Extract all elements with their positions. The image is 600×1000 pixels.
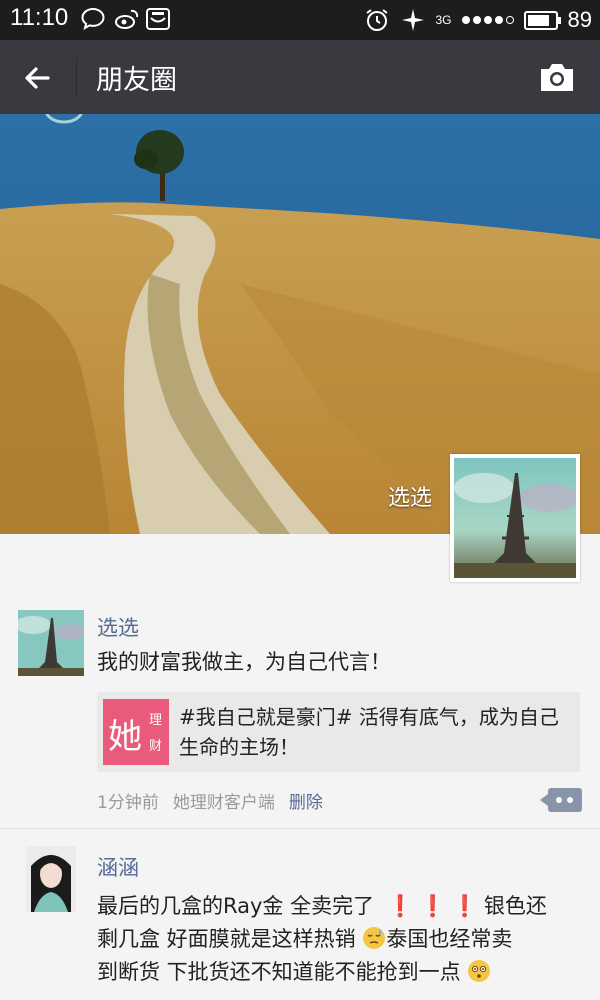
post-author[interactable]: 涵涵 — [97, 852, 139, 882]
battery-icon — [523, 10, 561, 30]
back-arrow-icon[interactable] — [18, 58, 58, 98]
nav-divider — [76, 58, 77, 96]
nav-bar: 朋友圈 — [0, 40, 600, 114]
cover-username: 选选 — [387, 486, 432, 511]
flushed-face-emoji-icon — [468, 960, 491, 982]
post-text-line1-a: 最后的几盒的Ray金 全卖完了 — [97, 894, 375, 918]
delete-link[interactable]: 删除 — [289, 793, 323, 813]
girl-portrait-avatar-image — [26, 846, 76, 912]
post-divider — [0, 828, 600, 829]
chat-bubble-icon — [81, 7, 105, 31]
post-text: 最后的几盒的Ray金 全卖完了 ❗❗❗银色还 剩几盒 好面膜就是这样热销 泰国也… — [97, 890, 567, 989]
post-text-line3: 到断货 下批货还不知道能不能抢到一点 — [97, 960, 461, 984]
post-author[interactable]: 选选 — [97, 612, 139, 642]
post-text-line1-b: 银色还 — [483, 894, 547, 918]
link-title: #我自己就是豪门# 活得有底气，成为自己生命的主场！ — [179, 705, 559, 759]
camera-icon[interactable] — [538, 60, 576, 94]
post-text-line2-a: 剩几盒 好面膜就是这样热销 — [97, 927, 356, 951]
status-time: 11:10 — [10, 4, 69, 31]
weibo-icon — [115, 9, 139, 29]
post-time: 1分钟前 — [97, 793, 159, 813]
battery-percent: 89 — [567, 7, 592, 32]
page-title: 朋友圈 — [96, 65, 177, 96]
tali-finance-app-icon: 她 理 财 — [103, 699, 169, 765]
signal-strength-icon — [461, 16, 514, 24]
network-type: 3G — [435, 13, 452, 27]
post-text-line2-b: 泰国也经常卖 — [386, 927, 513, 951]
post-source[interactable]: 她理财客户端 — [173, 793, 275, 813]
huawei-icon — [401, 9, 424, 31]
profile-avatar[interactable] — [450, 454, 580, 582]
app-notification-icon — [146, 8, 170, 30]
link-icon-small-2: 财 — [149, 739, 163, 754]
sweat-face-emoji-icon — [363, 927, 386, 949]
post-meta: 1分钟前 她理财客户端 删除 — [97, 788, 337, 813]
link-icon-char: 她 — [108, 717, 142, 757]
shared-link-card[interactable]: 她 理 财 #我自己就是豪门# 活得有底气，成为自己生命的主场！ — [97, 692, 580, 772]
eiffel-tower-avatar-image — [18, 610, 84, 676]
eiffel-tower-image — [454, 458, 579, 578]
post-text: 我的财富我做主，为自己代言！ — [97, 650, 391, 674]
post-avatar[interactable] — [18, 610, 84, 676]
exclamation-emoji-icons: ❗❗❗ — [374, 894, 484, 918]
post-avatar[interactable] — [26, 846, 76, 912]
status-right: 3G 89 — [364, 4, 592, 36]
link-icon-small-1: 理 — [149, 713, 163, 728]
alarm-icon — [365, 9, 388, 31]
status-bar: 11:10 3G 89 — [0, 0, 600, 40]
comment-action-button[interactable] — [540, 788, 582, 812]
